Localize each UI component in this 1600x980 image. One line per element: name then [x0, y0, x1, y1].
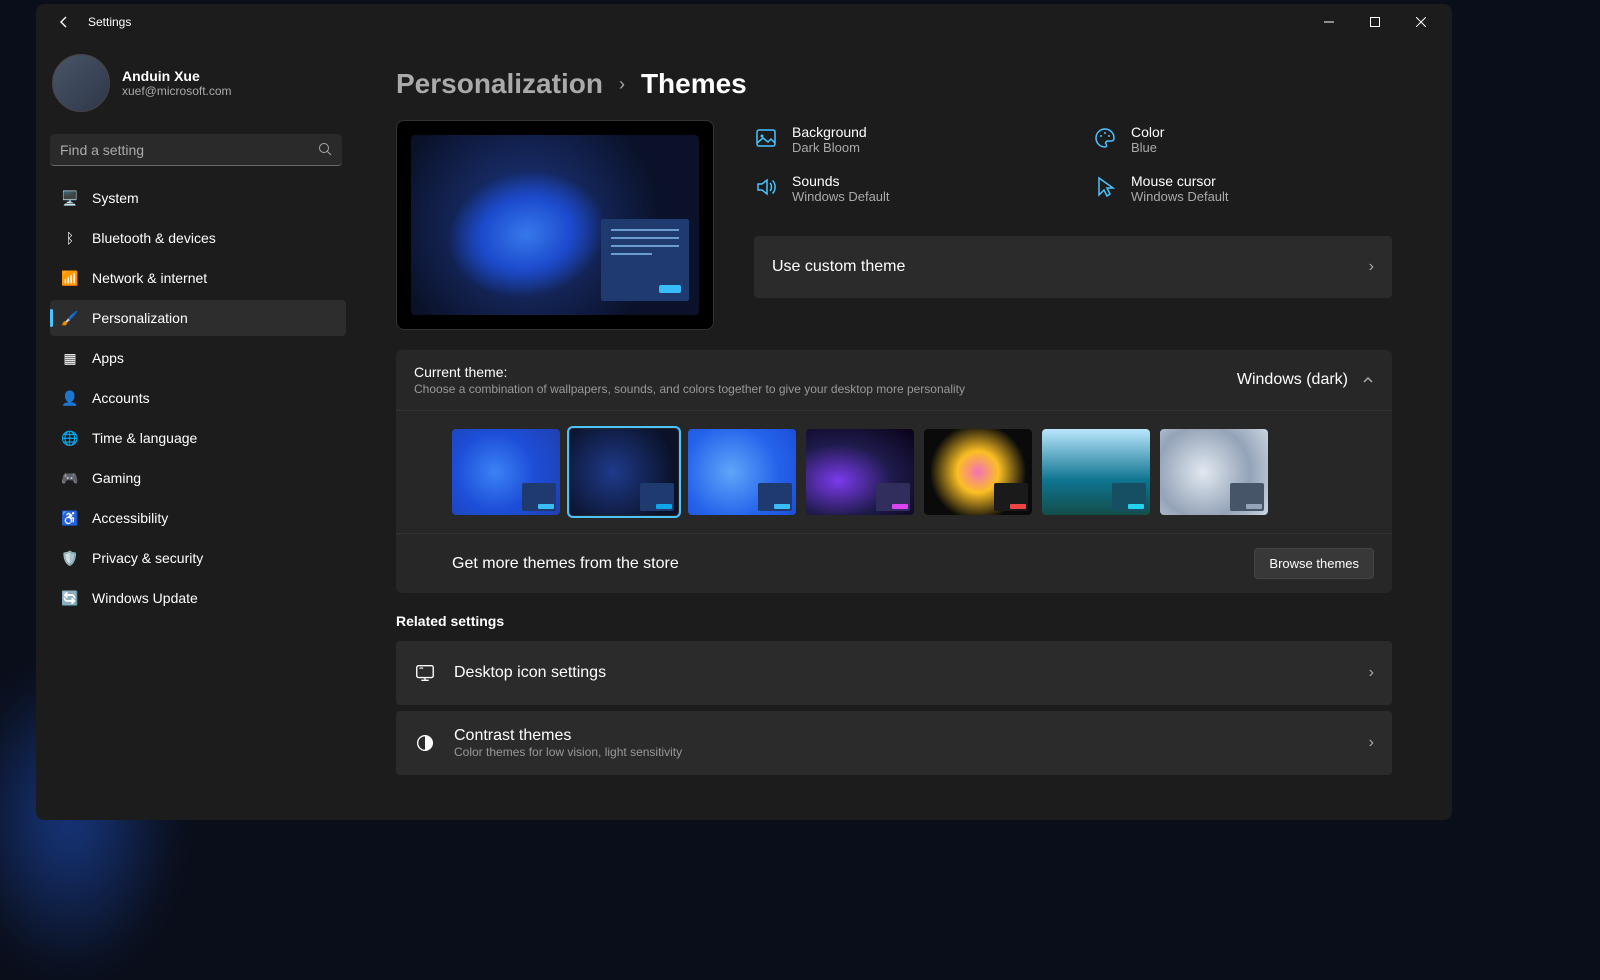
nav-label: System — [92, 190, 139, 206]
nav-icon: 🎮 — [62, 470, 78, 486]
minimize-button[interactable] — [1306, 4, 1352, 40]
store-text: Get more themes from the store — [452, 555, 679, 573]
back-button[interactable] — [44, 4, 84, 40]
profile-name: Anduin Xue — [122, 68, 232, 84]
cursor-icon — [1093, 175, 1117, 199]
nav-icon: 🔄 — [62, 590, 78, 606]
theme-grid — [396, 410, 1392, 533]
contrast-label: Contrast themes — [454, 727, 682, 745]
nav-label: Accessibility — [92, 510, 168, 526]
nav-icon: 🖥️ — [62, 190, 78, 206]
theme-option-0[interactable] — [452, 429, 560, 515]
window-title: Settings — [88, 15, 131, 29]
nav-icon: ♿ — [62, 510, 78, 526]
breadcrumb-parent[interactable]: Personalization — [396, 68, 603, 100]
current-theme-value: Windows (dark) — [1237, 371, 1348, 389]
theme-option-5[interactable] — [1042, 429, 1150, 515]
search-input[interactable] — [50, 134, 342, 166]
profile-block[interactable]: Anduin Xue xuef@microsoft.com — [50, 54, 346, 112]
nav-label: Apps — [92, 350, 124, 366]
close-button[interactable] — [1398, 4, 1444, 40]
main-content: Personalization › Themes — [356, 40, 1452, 820]
browse-themes-button[interactable]: Browse themes — [1254, 548, 1374, 579]
back-arrow-icon — [56, 14, 72, 30]
nav-icon: 🛡️ — [62, 550, 78, 566]
avatar — [52, 54, 110, 112]
search-icon — [318, 142, 332, 156]
nav-item-windows-update[interactable]: 🔄 Windows Update — [50, 580, 346, 616]
meta-sounds[interactable]: SoundsWindows Default — [754, 173, 1053, 204]
nav-label: Bluetooth & devices — [92, 230, 216, 246]
close-icon — [1416, 17, 1426, 27]
nav-item-apps[interactable]: ▦ Apps — [50, 340, 346, 376]
settings-window: Settings Anduin Xue xuef@microsoft.com 🖥… — [36, 4, 1452, 820]
theme-option-2[interactable] — [688, 429, 796, 515]
desktop-icon — [414, 662, 436, 684]
use-custom-theme-label: Use custom theme — [772, 258, 905, 276]
current-theme-header[interactable]: Current theme: Choose a combination of w… — [396, 350, 1392, 410]
nav-item-system[interactable]: 🖥️ System — [50, 180, 346, 216]
desktop-icon-settings-row[interactable]: Desktop icon settings › — [396, 641, 1392, 705]
sidebar: Anduin Xue xuef@microsoft.com 🖥️ System ᛒB… — [36, 40, 356, 820]
nav-item-personalization[interactable]: 🖌️ Personalization — [50, 300, 346, 336]
speaker-icon — [754, 175, 778, 199]
store-row: Get more themes from the store Browse th… — [396, 533, 1392, 593]
use-custom-theme-button[interactable]: Use custom theme › — [754, 236, 1392, 298]
contrast-sub: Color themes for low vision, light sensi… — [454, 745, 682, 759]
breadcrumb: Personalization › Themes — [396, 68, 1392, 100]
nav-item-time-language[interactable]: 🌐 Time & language — [50, 420, 346, 456]
nav-item-network-internet[interactable]: 📶 Network & internet — [50, 260, 346, 296]
search-box — [50, 134, 342, 166]
nav-label: Privacy & security — [92, 550, 203, 566]
related-heading: Related settings — [396, 613, 1392, 629]
meta-background[interactable]: BackgroundDark Bloom — [754, 124, 1053, 155]
theme-option-1[interactable] — [570, 429, 678, 515]
breadcrumb-current: Themes — [641, 68, 747, 100]
nav-icon: 🌐 — [62, 430, 78, 446]
palette-icon — [1093, 126, 1117, 150]
window-controls — [1306, 4, 1444, 40]
nav-icon: ▦ — [62, 350, 78, 366]
maximize-icon — [1370, 17, 1380, 27]
chevron-right-icon: › — [1369, 664, 1374, 682]
nav-label: Gaming — [92, 470, 141, 486]
chevron-up-icon — [1362, 374, 1374, 386]
nav-label: Windows Update — [92, 590, 198, 606]
nav-icon: 🖌️ — [62, 310, 78, 326]
theme-option-6[interactable] — [1160, 429, 1268, 515]
contrast-themes-row[interactable]: Contrast themes Color themes for low vis… — [396, 711, 1392, 775]
nav-item-accounts[interactable]: 👤 Accounts — [50, 380, 346, 416]
nav-icon: 👤 — [62, 390, 78, 406]
current-theme-title: Current theme: — [414, 364, 965, 380]
nav-icon: 📶 — [62, 270, 78, 286]
contrast-icon — [414, 732, 436, 754]
minimize-icon — [1324, 17, 1334, 27]
nav-item-privacy-security[interactable]: 🛡️ Privacy & security — [50, 540, 346, 576]
titlebar: Settings — [36, 4, 1452, 40]
theme-option-3[interactable] — [806, 429, 914, 515]
nav-label: Personalization — [92, 310, 188, 326]
nav-label: Accounts — [92, 390, 150, 406]
profile-email: xuef@microsoft.com — [122, 84, 232, 98]
meta-cursor[interactable]: Mouse cursorWindows Default — [1093, 173, 1392, 204]
nav-item-gaming[interactable]: 🎮 Gaming — [50, 460, 346, 496]
nav-label: Network & internet — [92, 270, 207, 286]
meta-color[interactable]: ColorBlue — [1093, 124, 1392, 155]
theme-option-4[interactable] — [924, 429, 1032, 515]
nav-item-accessibility[interactable]: ♿ Accessibility — [50, 500, 346, 536]
maximize-button[interactable] — [1352, 4, 1398, 40]
theme-preview — [396, 120, 714, 330]
nav-item-bluetooth-devices[interactable]: ᛒ Bluetooth & devices — [50, 220, 346, 256]
chevron-right-icon: › — [619, 74, 625, 95]
chevron-right-icon: › — [1369, 734, 1374, 752]
current-theme-subtitle: Choose a combination of wallpapers, soun… — [414, 382, 965, 396]
nav-icon: ᛒ — [62, 230, 78, 246]
chevron-right-icon: › — [1369, 258, 1374, 276]
desktop-icon-label: Desktop icon settings — [454, 664, 606, 682]
image-icon — [754, 126, 778, 150]
current-theme-panel: Current theme: Choose a combination of w… — [396, 350, 1392, 593]
nav-list: 🖥️ System ᛒ Bluetooth & devices 📶 Network & i… — [50, 180, 346, 616]
nav-label: Time & language — [92, 430, 197, 446]
